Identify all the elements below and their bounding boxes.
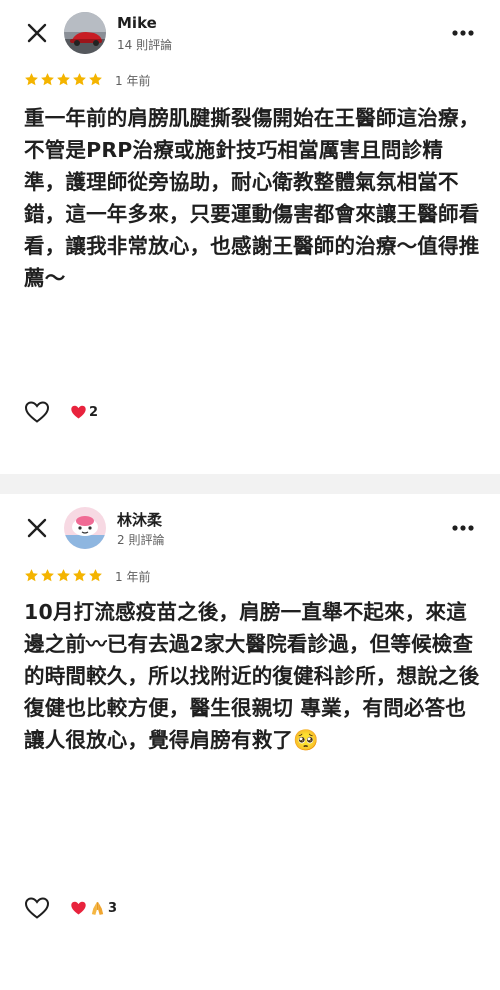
cartoon-avatar-icon bbox=[64, 507, 106, 549]
more-options-icon[interactable] bbox=[450, 515, 476, 541]
star-icon bbox=[57, 569, 70, 582]
reviewer-name[interactable]: Mike bbox=[117, 14, 157, 32]
like-heart-icon[interactable] bbox=[24, 400, 50, 424]
review-time: 1 年前 bbox=[115, 570, 151, 584]
review-card-2: 林沐柔 2 則評論 1 年前 10月打流感疫苗之後，肩膀一直舉不起來，來這邊之前… bbox=[0, 494, 500, 990]
review-time: 1 年前 bbox=[115, 74, 151, 88]
star-icon bbox=[89, 569, 102, 582]
star-rating bbox=[24, 568, 103, 584]
reviewer-review-count: 2 則評論 bbox=[117, 533, 165, 547]
reaction-count: 2 bbox=[89, 404, 99, 420]
more-options-icon[interactable] bbox=[450, 20, 476, 46]
star-rating bbox=[24, 72, 103, 88]
star-icon bbox=[41, 73, 54, 86]
reaction-count: 3 bbox=[108, 900, 118, 916]
star-icon bbox=[41, 569, 54, 582]
like-heart-icon[interactable] bbox=[24, 896, 50, 920]
avatar[interactable] bbox=[64, 12, 106, 54]
reviewer-name[interactable]: 林沐柔 bbox=[117, 509, 162, 530]
red-heart-icon bbox=[71, 405, 86, 419]
star-icon bbox=[25, 569, 38, 582]
star-icon bbox=[25, 73, 38, 86]
close-icon[interactable] bbox=[24, 515, 50, 541]
close-icon[interactable] bbox=[24, 20, 50, 46]
review-card-1: Mike 14 則評論 1 年前 重一年前的肩膀肌腱撕裂傷開始在王醫師這治療，不… bbox=[0, 0, 500, 474]
star-icon bbox=[73, 73, 86, 86]
review-text: 10月打流感疫苗之後，肩膀一直舉不起來，來這邊之前〰已有去過2家大醫院看診過，但… bbox=[24, 600, 480, 752]
reactions-summary[interactable]: 2 bbox=[70, 402, 98, 422]
reviewer-review-count: 14 則評論 bbox=[117, 38, 173, 52]
star-icon bbox=[89, 73, 102, 86]
avatar[interactable] bbox=[64, 507, 106, 549]
red-heart-icon bbox=[71, 901, 86, 915]
card-divider bbox=[0, 474, 500, 494]
reactions-summary[interactable]: 3 bbox=[70, 898, 117, 918]
review-text: 重一年前的肩膀肌腱撕裂傷開始在王醫師這治療，不管是PRP治療或施針技巧相當厲害且… bbox=[24, 106, 480, 290]
star-icon bbox=[57, 73, 70, 86]
folded-hands-icon bbox=[91, 901, 104, 915]
star-icon bbox=[73, 569, 86, 582]
car-photo-avatar-icon bbox=[64, 12, 106, 54]
